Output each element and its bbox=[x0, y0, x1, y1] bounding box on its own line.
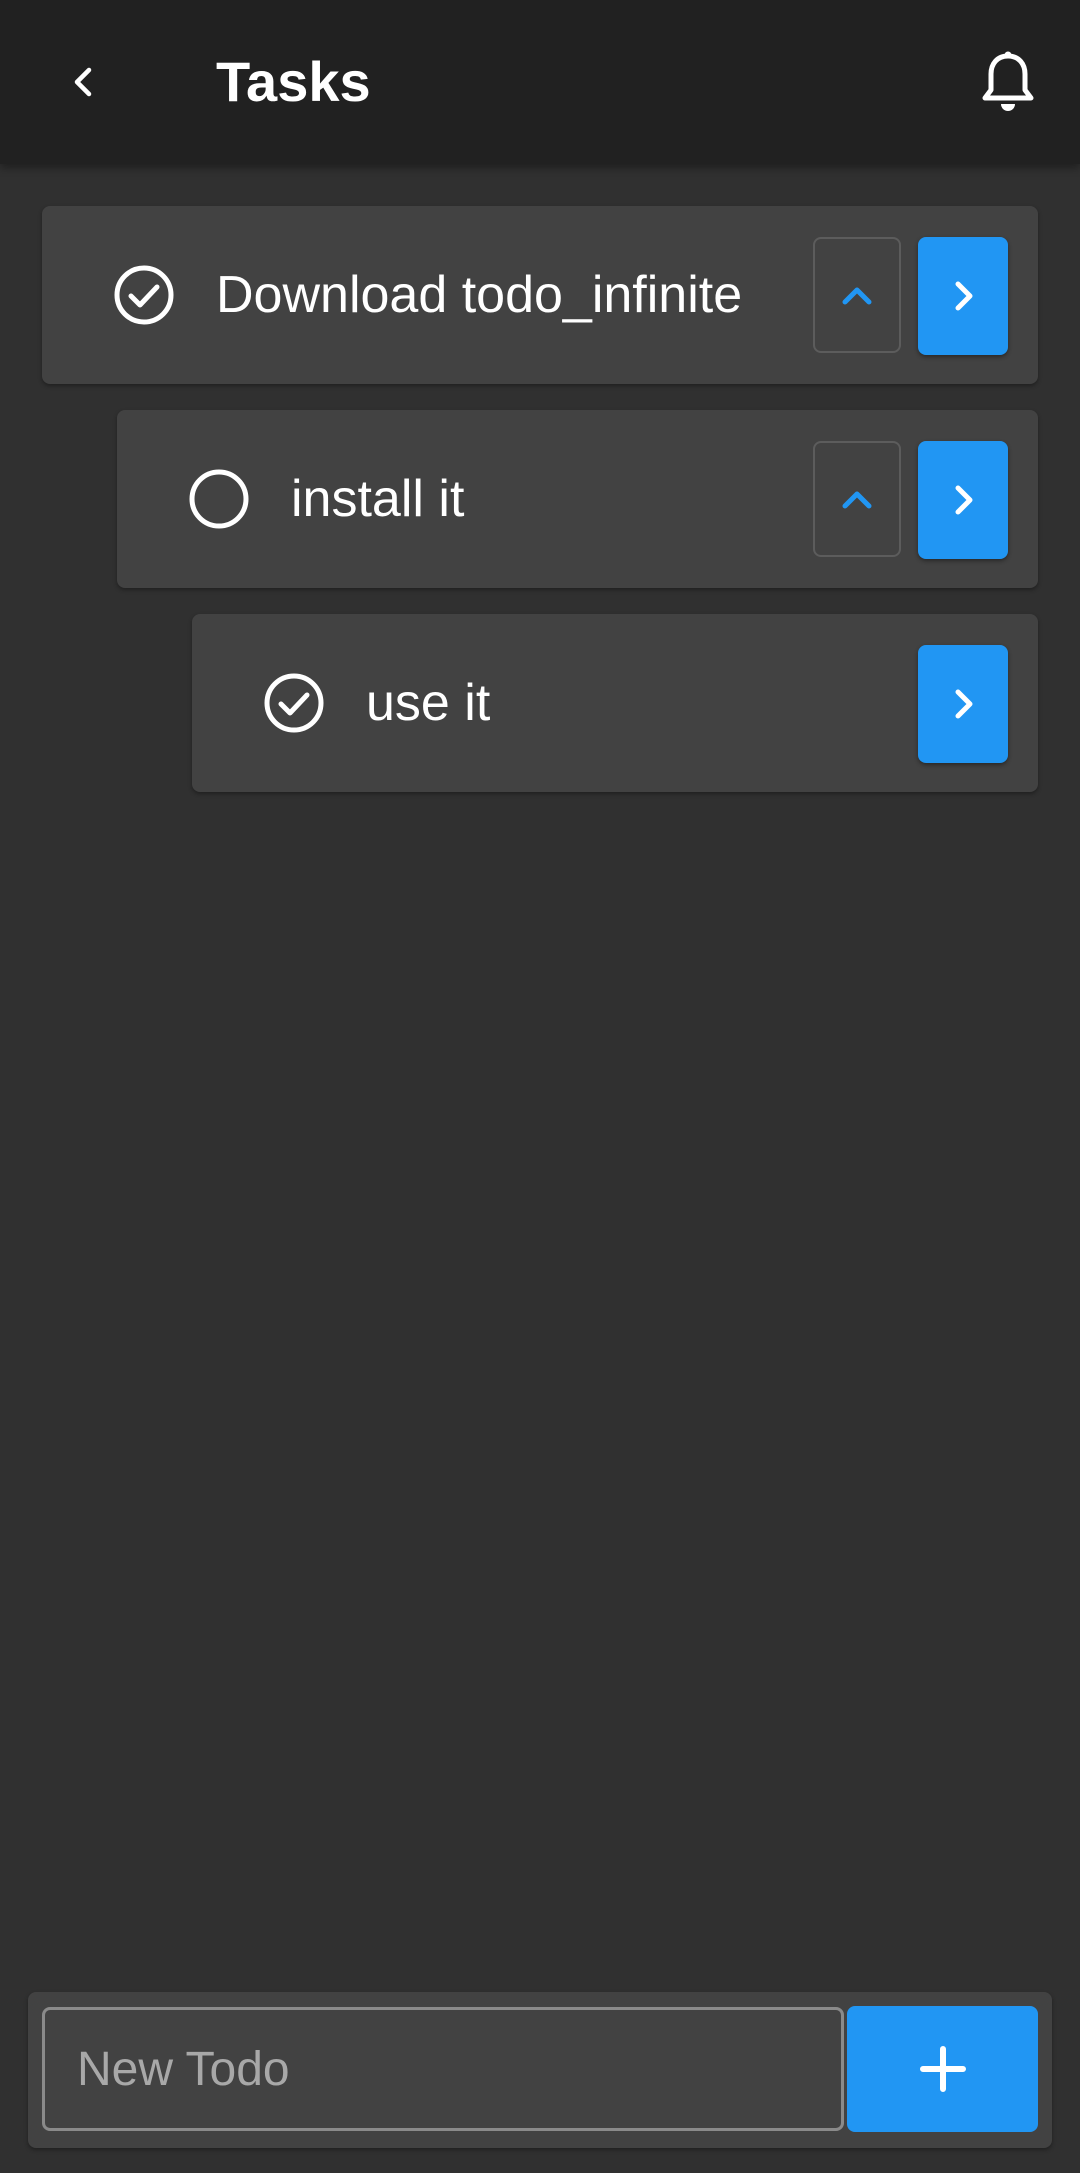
notifications-button[interactable] bbox=[968, 42, 1048, 122]
bell-icon bbox=[982, 51, 1034, 111]
checkbox-checked-icon[interactable] bbox=[114, 265, 174, 325]
new-todo-bar bbox=[28, 1992, 1052, 2148]
page-title: Tasks bbox=[216, 50, 371, 113]
back-button[interactable] bbox=[44, 42, 124, 122]
chevron-right-icon bbox=[955, 281, 973, 311]
task-card[interactable]: install it bbox=[117, 410, 1038, 588]
task-label: use it bbox=[366, 674, 491, 732]
chevron-up-icon bbox=[842, 287, 872, 305]
task-label: Download todo_infinite bbox=[216, 266, 743, 324]
add-todo-button[interactable] bbox=[847, 2006, 1038, 2132]
checkbox-checked-icon[interactable] bbox=[264, 673, 324, 733]
move-up-button[interactable] bbox=[813, 237, 901, 353]
open-subtasks-button[interactable] bbox=[918, 441, 1008, 559]
task-label: install it bbox=[291, 470, 465, 528]
move-up-button[interactable] bbox=[813, 441, 901, 557]
new-todo-input[interactable] bbox=[42, 2007, 844, 2131]
checkbox-unchecked-icon[interactable] bbox=[189, 469, 249, 529]
chevron-right-icon bbox=[955, 689, 973, 719]
task-card[interactable]: Download todo_infinite bbox=[42, 206, 1038, 384]
app-bar: Tasks bbox=[0, 0, 1080, 164]
chevron-right-icon bbox=[955, 485, 973, 515]
task-card[interactable]: use it bbox=[192, 614, 1038, 792]
chevron-up-icon bbox=[842, 491, 872, 509]
open-subtasks-button[interactable] bbox=[918, 645, 1008, 763]
open-subtasks-button[interactable] bbox=[918, 237, 1008, 355]
plus-icon bbox=[919, 2046, 966, 2092]
chevron-left-icon bbox=[74, 67, 92, 97]
app: Tasks Download todo_infinite install it … bbox=[0, 0, 1080, 2173]
